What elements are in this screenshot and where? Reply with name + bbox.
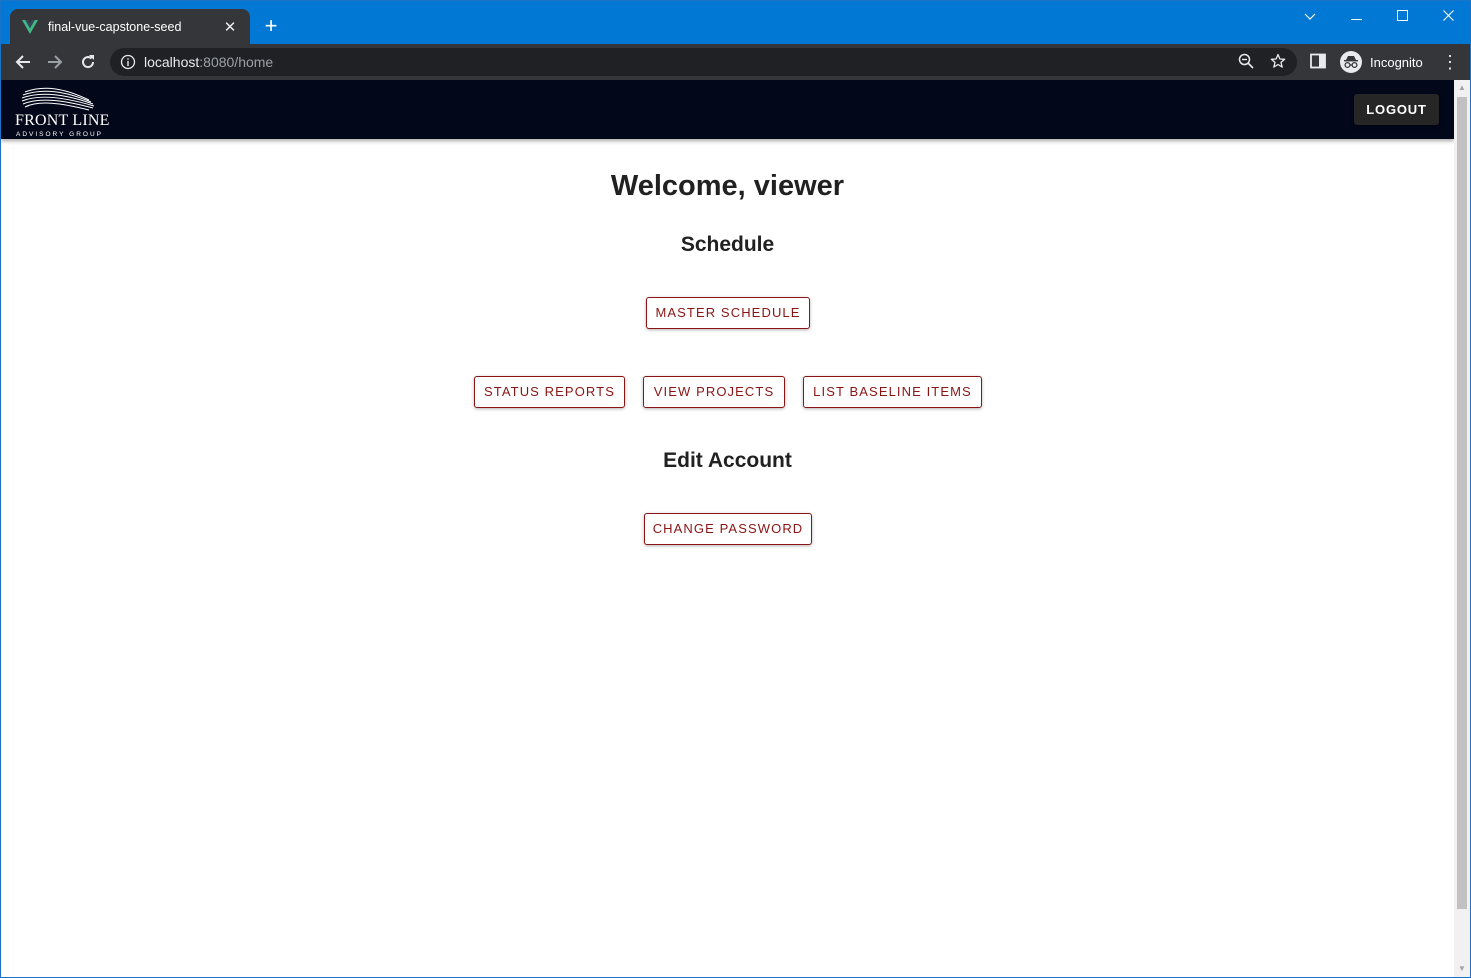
browser-window: final-vue-capstone-seed ✕ + localhost:80…	[0, 0, 1471, 978]
front-line-logo[interactable]: FRONT LINE ADVISORY GROUP	[13, 86, 110, 138]
scroll-up-arrow-icon[interactable]: ▲	[1454, 80, 1470, 96]
view-projects-button[interactable]: VIEW PROJECTS	[643, 376, 785, 408]
url-path: :8080/home	[199, 54, 274, 70]
scroll-thumb[interactable]	[1457, 97, 1467, 909]
back-icon[interactable]	[11, 50, 35, 74]
logo-subtext: ADVISORY GROUP	[16, 131, 103, 138]
tab-strip: final-vue-capstone-seed ✕ +	[1, 1, 1470, 44]
list-baseline-items-button[interactable]: LIST BASELINE ITEMS	[803, 376, 982, 408]
reload-icon[interactable]	[76, 50, 100, 74]
url-host: localhost	[144, 54, 200, 70]
logo-wave-icon	[21, 87, 95, 111]
close-icon[interactable]: ✕	[222, 18, 238, 36]
more-menu-icon[interactable]: ⋮	[1441, 50, 1459, 74]
url-text[interactable]: localhost:8080/home	[144, 54, 273, 70]
incognito-label: Incognito	[1370, 54, 1423, 70]
browser-toolbar: localhost:8080/home Incognito ⋮	[1, 44, 1470, 80]
app-header: FRONT LINE ADVISORY GROUP LOGOUT	[1, 80, 1454, 139]
vue-icon	[22, 19, 38, 35]
star-icon[interactable]	[1269, 53, 1287, 71]
tab-search-icon[interactable]	[1287, 5, 1333, 27]
info-icon[interactable]	[120, 54, 136, 70]
logo-text: FRONT LINE	[15, 112, 110, 129]
logout-button[interactable]: LOGOUT	[1354, 94, 1439, 125]
page-scrollbar[interactable]: ▲ ▼	[1454, 80, 1470, 977]
master-schedule-button[interactable]: MASTER SCHEDULE	[646, 297, 810, 329]
incognito-icon	[1340, 51, 1362, 73]
zoom-icon[interactable]	[1237, 53, 1255, 71]
address-bar[interactable]: localhost:8080/home	[110, 48, 1297, 76]
status-reports-button[interactable]: STATUS REPORTS	[474, 376, 625, 408]
edit-account-heading: Edit Account	[663, 449, 792, 472]
change-password-button[interactable]: CHANGE PASSWORD	[644, 513, 812, 545]
tab-active[interactable]: final-vue-capstone-seed ✕	[10, 9, 250, 44]
incognito-profile-button[interactable]: Incognito	[1340, 49, 1423, 75]
page-viewport: FRONT LINE ADVISORY GROUP LOGOUT Welcome…	[1, 80, 1470, 977]
scroll-down-arrow-icon[interactable]: ▼	[1454, 961, 1470, 977]
maximize-button[interactable]	[1379, 5, 1425, 27]
tab-title: final-vue-capstone-seed	[48, 19, 182, 34]
minimize-button[interactable]	[1333, 5, 1379, 27]
side-panel-icon[interactable]	[1310, 53, 1328, 71]
schedule-heading: Schedule	[680, 233, 775, 256]
window-close-button[interactable]	[1425, 5, 1471, 27]
welcome-heading: Welcome, viewer	[610, 170, 845, 202]
new-tab-button[interactable]: +	[259, 15, 283, 39]
forward-icon[interactable]	[43, 50, 67, 74]
